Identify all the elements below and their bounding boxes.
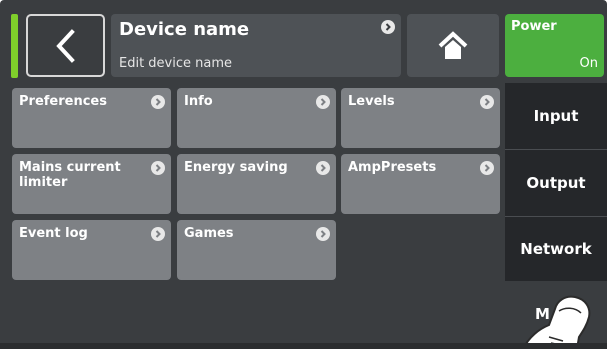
tile-preferences[interactable]: Preferences — [12, 88, 171, 148]
chevron-right-circle-icon — [151, 227, 165, 241]
bottom-bezel — [0, 343, 607, 349]
tile-mains-current-limiter[interactable]: Mains current limiter — [12, 154, 171, 214]
chevron-right-circle-icon — [316, 95, 330, 109]
tile-energy-saving[interactable]: Energy saving — [177, 154, 336, 214]
tile-label: Event log — [19, 226, 88, 241]
chevron-left-icon — [55, 28, 75, 63]
chevron-right-circle-icon — [381, 20, 395, 34]
home-icon — [438, 30, 468, 59]
chevron-right-circle-icon — [151, 95, 165, 109]
device-subtitle: Edit device name — [119, 56, 233, 71]
tile-label: AmpPresets — [348, 160, 437, 175]
tile-info[interactable]: Info — [177, 88, 336, 148]
tile-label: Games — [184, 226, 234, 241]
device-screen: Device name Edit device name Power On Pr… — [0, 0, 607, 349]
side-nav-input[interactable]: Input — [505, 83, 607, 149]
power-state: On — [579, 56, 598, 71]
tile-label: Preferences — [19, 94, 107, 109]
tile-label: Mains current limiter — [19, 160, 121, 190]
power-label: Power — [511, 19, 557, 34]
home-button[interactable] — [407, 14, 499, 77]
tile-label: Info — [184, 94, 213, 109]
chevron-right-circle-icon — [316, 161, 330, 175]
tile-amppresets[interactable]: AmpPresets — [341, 154, 500, 214]
side-nav-output[interactable]: Output — [505, 150, 607, 216]
tile-label: Levels — [348, 94, 395, 109]
chevron-right-circle-icon — [151, 161, 165, 175]
side-nav-network[interactable]: Network — [505, 217, 607, 281]
side-nav: Input Output Network — [505, 83, 607, 281]
menu-button[interactable]: M — [505, 285, 607, 349]
status-indicator — [11, 14, 18, 78]
chevron-right-circle-icon — [480, 95, 494, 109]
chevron-right-circle-icon — [480, 161, 494, 175]
back-button[interactable] — [26, 14, 105, 77]
tile-games[interactable]: Games — [177, 220, 336, 280]
tile-event-log[interactable]: Event log — [12, 220, 171, 280]
tile-levels[interactable]: Levels — [341, 88, 500, 148]
chevron-right-circle-icon — [316, 227, 330, 241]
power-button[interactable]: Power On — [505, 14, 604, 77]
device-title: Device name — [119, 19, 250, 40]
device-name-button[interactable]: Device name Edit device name — [111, 14, 401, 77]
pointing-hand-icon — [521, 295, 591, 349]
tile-label: Energy saving — [184, 160, 288, 175]
